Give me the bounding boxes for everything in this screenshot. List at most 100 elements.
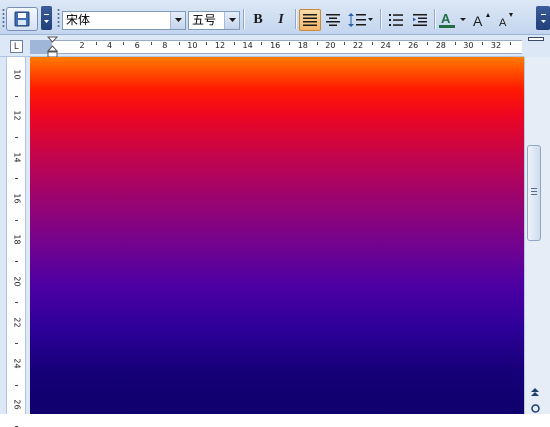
ruler-tick-label: 12 <box>214 41 226 50</box>
vertical-ruler-tick <box>15 343 18 345</box>
ruler-tick-label: 8 <box>162 41 168 50</box>
vertical-ruler-tick-label: 20 <box>12 275 22 287</box>
line-spacing-button[interactable] <box>346 9 376 31</box>
ruler-tick <box>95 42 97 45</box>
vertical-ruler-tick-label: 22 <box>12 317 22 328</box>
separator <box>243 9 245 29</box>
ruler-tick-label: 20 <box>325 41 336 50</box>
ruler-tick-label: 2 <box>79 41 85 50</box>
ruler-tick <box>344 42 346 45</box>
ruler-toggle-area <box>524 35 550 57</box>
ruler-tick <box>151 42 152 45</box>
align-center-icon <box>326 14 340 26</box>
toolbar-overflow-button[interactable] <box>536 6 550 30</box>
vertical-ruler-tick-label: 26 <box>12 399 22 410</box>
view-ruler-button[interactable] <box>528 37 544 41</box>
ruler-tick-label: 32 <box>490 41 502 50</box>
font-color-icon: A <box>439 12 466 28</box>
font-size-value: 五号 <box>192 13 217 27</box>
font-name-select[interactable]: 宋体 <box>62 11 186 30</box>
ruler-tick <box>454 42 456 45</box>
ruler-tick <box>261 42 263 45</box>
grow-font-icon: A <box>473 13 490 28</box>
ruler-tick-label: 30 <box>463 41 474 50</box>
toolbar-options-button[interactable] <box>41 6 52 30</box>
indent-marker-icon[interactable] <box>47 36 58 58</box>
scrollbar-thumb[interactable] <box>527 145 541 241</box>
ruler-tick <box>178 42 180 45</box>
double-up-arrow-icon <box>531 387 539 396</box>
shrink-font-icon: A <box>499 13 513 28</box>
formatting-toolbar: 宋体 五号 B I A A A <box>0 0 550 35</box>
chevron-down-icon <box>44 14 49 23</box>
ruler-tick <box>316 42 318 45</box>
ruler-tick-label: 10 <box>187 41 198 50</box>
vertical-ruler[interactable]: 10 12 14 16 18 20 22 24 26 <box>6 57 26 427</box>
vertical-ruler-tick-label: 16 <box>12 193 22 204</box>
bullets-button[interactable] <box>385 9 407 31</box>
ruler-tick <box>371 42 373 45</box>
chevron-down-icon[interactable] <box>224 12 239 29</box>
vertical-ruler-tick <box>15 219 18 221</box>
align-center-button[interactable] <box>322 9 344 31</box>
svg-text:A: A <box>473 13 483 28</box>
vertical-ruler-tick <box>15 136 18 138</box>
vertical-ruler-tick-label: 18 <box>12 234 22 245</box>
align-justify-button[interactable] <box>299 9 321 31</box>
svg-text:A: A <box>441 12 451 26</box>
vertical-ruler-tick <box>15 178 18 180</box>
ruler-tick-label: 18 <box>297 41 308 50</box>
italic-button[interactable]: I <box>270 9 292 31</box>
tab-stop-selector[interactable]: L <box>10 40 23 53</box>
vertical-ruler-tick <box>15 260 18 262</box>
document-page[interactable] <box>30 57 524 414</box>
separator <box>434 9 436 29</box>
chevron-down-icon <box>540 14 546 23</box>
ruler-tick <box>289 42 290 45</box>
toolbar-grip-2[interactable] <box>57 8 60 27</box>
vertical-ruler-tick-label: 10 <box>12 69 22 80</box>
ruler-tick <box>427 42 428 45</box>
bullet-list-icon <box>389 14 403 26</box>
ruler-tick <box>399 42 401 45</box>
ruler-tick-label: 4 <box>107 41 113 50</box>
bold-button[interactable]: B <box>247 9 269 31</box>
ruler-tick-label: 24 <box>380 41 391 50</box>
font-name-value: 宋体 <box>66 13 91 27</box>
vertical-ruler-tick <box>15 384 18 386</box>
ruler-tick-label: 28 <box>435 41 446 50</box>
browse-object-icon <box>530 403 540 413</box>
select-browse-object-button[interactable] <box>528 401 542 415</box>
grow-font-button[interactable]: A <box>471 9 493 31</box>
separator <box>380 9 382 29</box>
vertical-ruler-tick-label: 12 <box>12 110 22 121</box>
font-color-button[interactable]: A <box>438 9 468 31</box>
grip-lines-icon <box>531 188 537 195</box>
save-icon <box>14 11 30 27</box>
svg-text:A: A <box>499 17 507 28</box>
ruler-tick <box>233 42 235 45</box>
indent-button[interactable] <box>409 9 431 31</box>
line-spacing-icon <box>348 13 373 27</box>
ruler-tick <box>123 42 125 45</box>
horizontal-ruler[interactable]: L 2 4 6 8 10 12 14 16 18 20 22 24 26 28 30 32 <box>0 35 550 58</box>
ruler-tick-label: 22 <box>352 41 364 50</box>
vertical-scrollbar[interactable] <box>524 57 550 414</box>
previous-page-button[interactable] <box>528 385 542 399</box>
shrink-font-button[interactable]: A <box>495 9 517 31</box>
vertical-ruler-tick <box>15 95 18 97</box>
vertical-ruler-tick-label: 24 <box>12 358 22 369</box>
vertical-ruler-tick <box>15 302 18 304</box>
separator <box>295 9 297 29</box>
ruler-tick <box>509 42 511 45</box>
ruler-tick <box>206 42 208 45</box>
save-button[interactable] <box>6 7 38 31</box>
ruler-tick-label: 16 <box>270 41 281 50</box>
vertical-ruler-tick-label: 14 <box>12 152 22 163</box>
chevron-down-icon[interactable] <box>170 12 185 29</box>
toolbar-grip[interactable] <box>2 8 5 27</box>
ruler-tick-label: 26 <box>408 41 419 50</box>
font-size-select[interactable]: 五号 <box>188 11 240 30</box>
indent-icon <box>413 14 427 26</box>
ruler-tick <box>482 42 484 45</box>
